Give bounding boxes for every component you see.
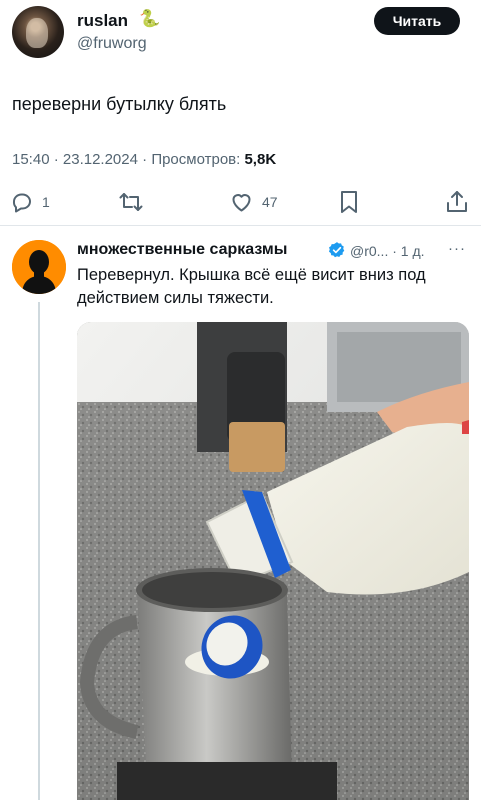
bookmark-icon xyxy=(341,191,357,213)
share-button[interactable] xyxy=(445,182,469,222)
reply-meta: @r0... · 1 д. xyxy=(350,243,425,259)
reply-button[interactable]: 1 xyxy=(10,182,50,222)
bookmark-button[interactable] xyxy=(337,182,361,222)
tweet-meta: 15:40 · 23.12.2024 · Просмотров: 5,8K xyxy=(12,151,276,168)
tweet-date[interactable]: 23.12.2024 xyxy=(63,151,138,168)
reply-avatar[interactable] xyxy=(12,240,66,294)
more-options-icon[interactable]: ··· xyxy=(448,240,466,257)
retweet-button[interactable] xyxy=(118,182,150,222)
author-name[interactable]: ruslan xyxy=(77,11,128,31)
reply-text: Перевернул. Крышка всё ещё висит вниз по… xyxy=(77,266,426,307)
reply-count: 1 xyxy=(42,194,50,210)
follow-button[interactable]: Читать xyxy=(374,7,460,35)
reply-age[interactable]: 1 д. xyxy=(401,243,425,259)
like-button[interactable]: 47 xyxy=(229,182,278,222)
like-count: 47 xyxy=(262,194,278,210)
share-icon xyxy=(447,191,467,212)
meta-separator: · xyxy=(142,151,152,168)
tweet-actions: 1 47 xyxy=(0,182,481,222)
author-avatar[interactable] xyxy=(12,6,64,58)
author-handle[interactable]: @fruworg xyxy=(77,35,147,53)
reply-author-handle[interactable]: @r0... xyxy=(350,243,388,259)
views-count[interactable]: 5,8K xyxy=(244,151,276,168)
reply-photo[interactable] xyxy=(77,322,469,800)
author-emoji: 🐍 xyxy=(139,9,161,28)
tweet-text: переверни бутылку блять xyxy=(12,94,227,114)
comment-icon xyxy=(12,193,31,213)
thread-line xyxy=(38,302,40,800)
retweet-icon xyxy=(119,193,143,211)
divider xyxy=(0,225,481,226)
photo-illustration xyxy=(77,322,469,800)
views-label: Просмотров: xyxy=(151,151,241,168)
silhouette-icon xyxy=(12,240,66,294)
tweet-time[interactable]: 15:40 xyxy=(12,151,50,168)
meta-separator: · xyxy=(392,243,401,259)
verified-badge-icon xyxy=(328,242,345,258)
meta-separator: · xyxy=(53,151,63,168)
heart-icon xyxy=(232,194,251,212)
reply-author-name[interactable]: множественные сарказмы xyxy=(77,241,287,259)
